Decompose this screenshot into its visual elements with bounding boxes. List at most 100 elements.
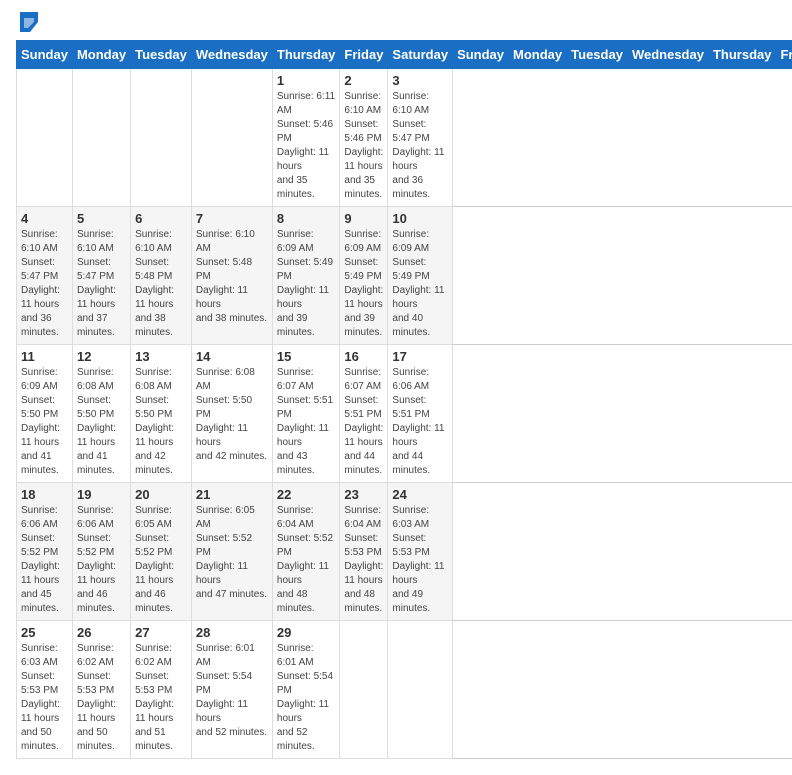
calendar-cell: 12 Sunrise: 6:08 AMSunset: 5:50 PMDayligh…	[72, 345, 130, 483]
day-info: Sunrise: 6:10 AMSunset: 5:48 PMDaylight:…	[196, 228, 268, 326]
day-info: Sunrise: 6:08 AMSunset: 5:50 PMDaylight:…	[135, 366, 187, 478]
day-number: 1	[277, 73, 336, 88]
day-info: Sunrise: 6:09 AMSunset: 5:49 PMDaylight:…	[344, 228, 383, 340]
header-day-monday: Monday	[509, 41, 567, 69]
day-info: Sunrise: 6:06 AMSunset: 5:52 PMDaylight:…	[77, 504, 126, 616]
calendar-header-row: SundayMondayTuesdayWednesdayThursdayFrid…	[17, 41, 792, 69]
day-info: Sunrise: 6:08 AMSunset: 5:50 PMDaylight:…	[77, 366, 126, 478]
calendar-cell: 5 Sunrise: 6:10 AMSunset: 5:47 PMDaylight…	[72, 207, 130, 345]
day-number: 25	[21, 625, 68, 640]
calendar-cell: 9 Sunrise: 6:09 AMSunset: 5:49 PMDaylight…	[340, 207, 388, 345]
header-day-friday: Friday	[776, 41, 792, 69]
day-info: Sunrise: 6:06 AMSunset: 5:52 PMDaylight:…	[21, 504, 68, 616]
day-info: Sunrise: 6:02 AMSunset: 5:53 PMDaylight:…	[135, 642, 187, 754]
day-info: Sunrise: 6:10 AMSunset: 5:46 PMDaylight:…	[344, 90, 383, 202]
day-info: Sunrise: 6:01 AMSunset: 5:54 PMDaylight:…	[277, 642, 336, 754]
day-info: Sunrise: 6:03 AMSunset: 5:53 PMDaylight:…	[392, 504, 448, 616]
calendar-cell: 16 Sunrise: 6:07 AMSunset: 5:51 PMDayligh…	[340, 345, 388, 483]
header-sunday: Sunday	[17, 41, 73, 69]
header-day-tuesday: Tuesday	[567, 41, 628, 69]
calendar-cell: 3Sunrise: 6:10 AMSunset: 5:47 PMDaylight…	[388, 69, 453, 207]
calendar-cell: 1 Sunrise: 6:11 AMSunset: 5:46 PMDaylight…	[272, 69, 340, 207]
calendar-cell: 15 Sunrise: 6:07 AMSunset: 5:51 PMDayligh…	[272, 345, 340, 483]
calendar-cell: 8 Sunrise: 6:09 AMSunset: 5:49 PMDaylight…	[272, 207, 340, 345]
day-info: Sunrise: 6:10 AMSunset: 5:48 PMDaylight:…	[135, 228, 187, 340]
header-saturday: Saturday	[388, 41, 453, 69]
day-info: Sunrise: 6:03 AMSunset: 5:53 PMDaylight:…	[21, 642, 68, 754]
calendar-cell: 25 Sunrise: 6:03 AMSunset: 5:53 PMDayligh…	[17, 621, 73, 759]
calendar-week-5: 25 Sunrise: 6:03 AMSunset: 5:53 PMDayligh…	[17, 621, 792, 759]
calendar-cell: 28 Sunrise: 6:01 AMSunset: 5:54 PMDayligh…	[191, 621, 272, 759]
calendar-cell: 17Sunrise: 6:06 AMSunset: 5:51 PMDayligh…	[388, 345, 453, 483]
day-number: 8	[277, 211, 336, 226]
calendar-cell: 22Sunrise: 6:04 AMSunset: 5:52 PMDayligh…	[272, 483, 340, 621]
day-number: 29	[277, 625, 336, 640]
day-number: 5	[77, 211, 126, 226]
day-number: 26	[77, 625, 126, 640]
day-number: 11	[21, 349, 68, 364]
day-number: 3	[392, 73, 448, 88]
day-info: Sunrise: 6:04 AMSunset: 5:53 PMDaylight:…	[344, 504, 383, 616]
day-info: Sunrise: 6:05 AMSunset: 5:52 PMDaylight:…	[135, 504, 187, 616]
calendar-cell	[72, 69, 130, 207]
calendar-cell: 2 Sunrise: 6:10 AMSunset: 5:46 PMDaylight…	[340, 69, 388, 207]
day-number: 2	[344, 73, 383, 88]
calendar-cell: 24 Sunrise: 6:03 AMSunset: 5:53 PMDayligh…	[388, 483, 453, 621]
calendar-week-4: 18Sunrise: 6:06 AMSunset: 5:52 PMDayligh…	[17, 483, 792, 621]
day-info: Sunrise: 6:10 AMSunset: 5:47 PMDaylight:…	[77, 228, 126, 340]
calendar-cell: 4 Sunrise: 6:10 AMSunset: 5:47 PMDaylight…	[17, 207, 73, 345]
day-number: 24	[392, 487, 448, 502]
calendar-week-3: 11Sunrise: 6:09 AMSunset: 5:50 PMDayligh…	[17, 345, 792, 483]
day-info: Sunrise: 6:09 AMSunset: 5:49 PMDaylight:…	[392, 228, 448, 340]
calendar-cell	[17, 69, 73, 207]
day-number: 9	[344, 211, 383, 226]
day-number: 27	[135, 625, 187, 640]
calendar-cell: 23 Sunrise: 6:04 AMSunset: 5:53 PMDayligh…	[340, 483, 388, 621]
day-info: Sunrise: 6:07 AMSunset: 5:51 PMDaylight:…	[277, 366, 336, 478]
day-number: 4	[21, 211, 68, 226]
calendar-cell: 13 Sunrise: 6:08 AMSunset: 5:50 PMDayligh…	[131, 345, 192, 483]
day-number: 6	[135, 211, 187, 226]
day-info: Sunrise: 6:11 AMSunset: 5:46 PMDaylight:…	[277, 90, 336, 202]
calendar-cell: 19 Sunrise: 6:06 AMSunset: 5:52 PMDayligh…	[72, 483, 130, 621]
calendar-cell	[388, 621, 453, 759]
header-wednesday: Wednesday	[191, 41, 272, 69]
day-number: 20	[135, 487, 187, 502]
day-number: 16	[344, 349, 383, 364]
calendar-week-2: 4 Sunrise: 6:10 AMSunset: 5:47 PMDaylight…	[17, 207, 792, 345]
day-number: 12	[77, 349, 126, 364]
calendar-cell: 26 Sunrise: 6:02 AMSunset: 5:53 PMDayligh…	[72, 621, 130, 759]
day-info: Sunrise: 6:09 AMSunset: 5:49 PMDaylight:…	[277, 228, 336, 340]
calendar-cell: 10Sunrise: 6:09 AMSunset: 5:49 PMDayligh…	[388, 207, 453, 345]
day-number: 28	[196, 625, 268, 640]
calendar-cell: 14 Sunrise: 6:08 AMSunset: 5:50 PMDayligh…	[191, 345, 272, 483]
day-number: 21	[196, 487, 268, 502]
day-info: Sunrise: 6:06 AMSunset: 5:51 PMDaylight:…	[392, 366, 448, 478]
calendar-cell: 20 Sunrise: 6:05 AMSunset: 5:52 PMDayligh…	[131, 483, 192, 621]
day-info: Sunrise: 6:05 AMSunset: 5:52 PMDaylight:…	[196, 504, 268, 602]
day-info: Sunrise: 6:02 AMSunset: 5:53 PMDaylight:…	[77, 642, 126, 754]
calendar-cell	[131, 69, 192, 207]
day-number: 14	[196, 349, 268, 364]
day-info: Sunrise: 6:10 AMSunset: 5:47 PMDaylight:…	[21, 228, 68, 340]
day-info: Sunrise: 6:04 AMSunset: 5:52 PMDaylight:…	[277, 504, 336, 616]
calendar-cell: 6 Sunrise: 6:10 AMSunset: 5:48 PMDaylight…	[131, 207, 192, 345]
calendar-cell: 7 Sunrise: 6:10 AMSunset: 5:48 PMDaylight…	[191, 207, 272, 345]
day-number: 15	[277, 349, 336, 364]
page-header	[16, 16, 776, 32]
calendar-cell: 27 Sunrise: 6:02 AMSunset: 5:53 PMDayligh…	[131, 621, 192, 759]
day-info: Sunrise: 6:07 AMSunset: 5:51 PMDaylight:…	[344, 366, 383, 478]
calendar-cell: 11Sunrise: 6:09 AMSunset: 5:50 PMDayligh…	[17, 345, 73, 483]
header-day-wednesday: Wednesday	[627, 41, 708, 69]
day-info: Sunrise: 6:01 AMSunset: 5:54 PMDaylight:…	[196, 642, 268, 740]
calendar-cell	[191, 69, 272, 207]
day-number: 19	[77, 487, 126, 502]
header-monday: Monday	[72, 41, 130, 69]
day-number: 7	[196, 211, 268, 226]
day-number: 23	[344, 487, 383, 502]
header-tuesday: Tuesday	[131, 41, 192, 69]
header-day-sunday: Sunday	[453, 41, 509, 69]
day-info: Sunrise: 6:08 AMSunset: 5:50 PMDaylight:…	[196, 366, 268, 464]
logo-icon	[20, 12, 38, 32]
day-number: 13	[135, 349, 187, 364]
